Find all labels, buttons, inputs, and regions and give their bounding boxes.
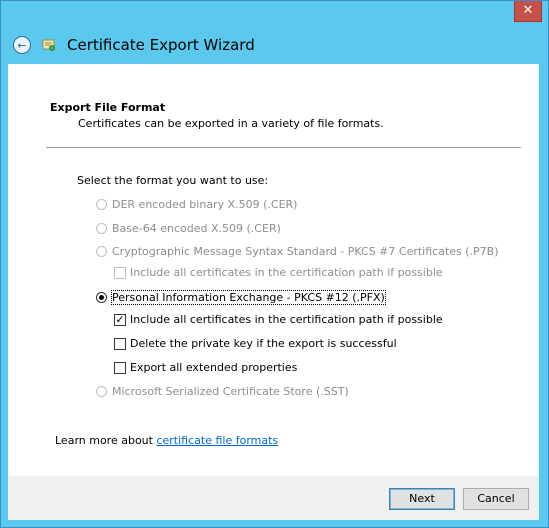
checkmark-icon: ✓ (114, 312, 126, 326)
footer-panel (8, 476, 539, 520)
radio-button-icon (96, 199, 107, 210)
radio-pkcs7-label: Cryptographic Message Syntax Standard - … (112, 245, 499, 258)
checkbox-pfx-delete-key[interactable]: Delete the private key if the export is … (114, 337, 397, 350)
checkbox-pfx-export-ext[interactable]: Export all extended properties (114, 361, 297, 374)
radio-button-icon (96, 386, 107, 397)
divider (46, 147, 521, 148)
section-title: Export File Format (50, 101, 166, 114)
learn-more-link[interactable]: certificate file formats (156, 434, 278, 447)
close-button[interactable]: ✕ (514, 1, 542, 22)
radio-base64-label: Base-64 encoded X.509 (.CER) (112, 222, 281, 235)
radio-pkcs7[interactable]: Cryptographic Message Syntax Standard - … (96, 245, 499, 258)
radio-button-selected-icon (96, 292, 107, 303)
radio-button-icon (96, 246, 107, 257)
radio-der[interactable]: DER encoded binary X.509 (.CER) (96, 198, 297, 211)
checkbox-icon (114, 266, 126, 279)
radio-sst-label: Microsoft Serialized Certificate Store (… (112, 385, 349, 398)
learn-more-text: Learn more about certificate file format… (55, 434, 278, 447)
radio-der-label: DER encoded binary X.509 (.CER) (112, 198, 298, 211)
radio-base64[interactable]: Base-64 encoded X.509 (.CER) (96, 222, 281, 235)
checkbox-pfx-include[interactable]: ✓ Include all certificates in the certif… (114, 313, 443, 326)
radio-pfx[interactable]: Personal Information Exchange - PKCS #12… (96, 290, 386, 305)
cancel-button[interactable]: Cancel (463, 488, 529, 510)
radio-button-icon (96, 223, 107, 234)
checkbox-pfx-delete-key-label: Delete the private key if the export is … (130, 337, 397, 350)
radio-pfx-label: Personal Information Exchange - PKCS #12… (111, 290, 386, 305)
checkbox-pfx-include-label: Include all certificates in the certific… (130, 313, 443, 326)
checkbox-pfx-export-ext-label: Export all extended properties (130, 361, 298, 374)
checkbox-pkcs7-include-label: Include all certificates in the certific… (130, 266, 443, 279)
checkbox-icon (114, 361, 126, 374)
checkbox-pkcs7-include[interactable]: Include all certificates in the certific… (114, 266, 443, 279)
next-button[interactable]: Next (389, 488, 455, 510)
back-arrow-icon[interactable]: ← (13, 36, 31, 54)
format-prompt: Select the format you want to use: (77, 174, 269, 187)
radio-sst[interactable]: Microsoft Serialized Certificate Store (… (96, 385, 349, 398)
section-subtitle: Certificates can be exported in a variet… (78, 117, 384, 130)
certificate-icon (42, 39, 55, 51)
learn-more-prefix: Learn more about (55, 434, 157, 447)
window-title: Certificate Export Wizard (67, 36, 255, 54)
checkbox-icon (114, 337, 126, 350)
